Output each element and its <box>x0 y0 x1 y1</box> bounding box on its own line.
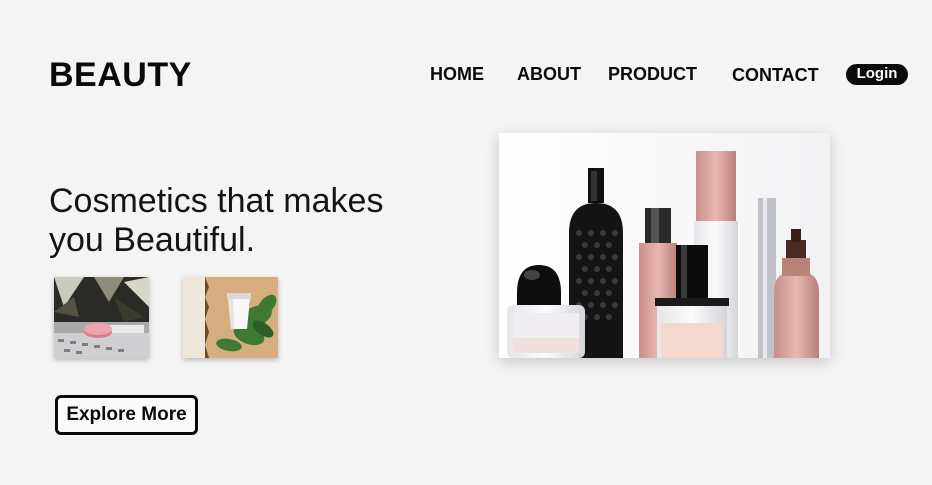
nav-about-link[interactable]: ABOUT <box>517 64 581 85</box>
nav-contact-link[interactable]: CONTACT <box>732 65 819 86</box>
main-nav: HOME ABOUT PRODUCT CONTACT Login <box>0 63 932 87</box>
hero-title-line-2: you Beautiful. <box>49 221 256 259</box>
nav-product-link[interactable]: PRODUCT <box>608 64 697 85</box>
nav-home-link[interactable]: HOME <box>430 64 484 85</box>
product-thumbnail-cream[interactable] <box>183 277 278 358</box>
page: BEAUTY HOME ABOUT PRODUCT CONTACT Login … <box>0 0 932 485</box>
explore-more-button[interactable]: Explore More <box>55 395 198 435</box>
compact-photo-image <box>54 277 149 358</box>
login-button[interactable]: Login <box>846 64 908 85</box>
hero-title: Cosmetics that makes you Beautiful. <box>49 182 429 260</box>
product-thumbnail-compact[interactable] <box>54 277 149 358</box>
cream-photo-image <box>183 277 278 358</box>
cosmetic-bottles-image <box>499 133 830 358</box>
hero-product-image <box>499 133 830 358</box>
hero-title-line-1: Cosmetics that makes <box>49 182 384 220</box>
